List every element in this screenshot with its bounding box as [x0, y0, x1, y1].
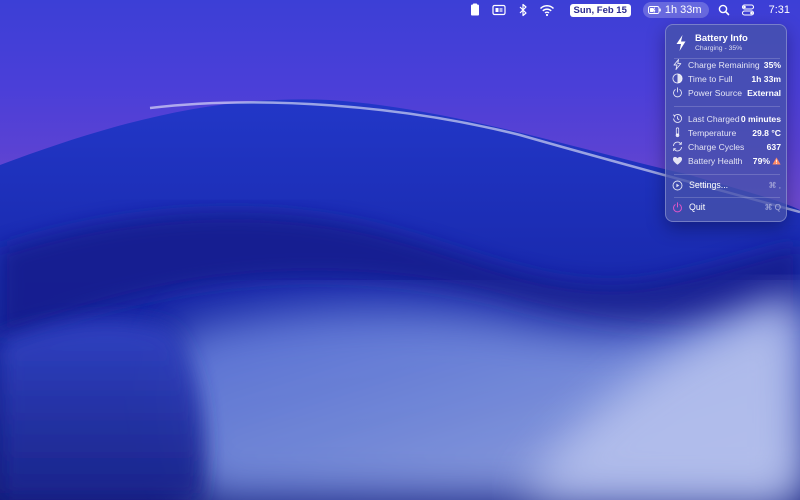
heart-icon: [672, 156, 683, 165]
bluetooth-icon[interactable]: [514, 0, 532, 20]
value: 1h 33m: [751, 73, 781, 84]
row-temperature: Temperature 29.8 °C: [672, 126, 781, 139]
wifi-icon[interactable]: [538, 0, 556, 20]
row-power-source: Power Source External: [672, 86, 781, 99]
control-center-icon[interactable]: [739, 0, 757, 20]
label: Battery Health: [688, 155, 743, 166]
label: Temperature: [688, 127, 737, 138]
panel-header: Battery Info Charging - 35%: [674, 31, 780, 55]
date-label: Sun, Feb 15: [569, 3, 631, 17]
battery-info-panel: Battery Info Charging - 35% Charge Remai…: [665, 24, 787, 222]
search-icon[interactable]: [715, 0, 733, 20]
label: Last Charged: [688, 113, 740, 124]
settings-shortcut: ⌘ ,: [768, 180, 781, 190]
battery-time-label: 1h 33m: [664, 4, 702, 16]
value: 35%: [763, 59, 781, 70]
battery-pill[interactable]: 1h 33m: [642, 2, 709, 18]
panel-subtitle: Charging - 35%: [695, 45, 743, 52]
bolt-icon: [676, 35, 686, 51]
quit-label: Quit: [689, 202, 706, 212]
label: Time to Full: [688, 73, 733, 84]
clock-half-icon: [672, 73, 683, 84]
settings-label: Settings...: [689, 180, 729, 190]
power-icon: [673, 87, 682, 98]
menu-clock[interactable]: 7:31: [769, 0, 790, 20]
row-last-charged: Last Charged 0 minutes: [672, 112, 781, 125]
quit-shortcut: ⌘ Q: [764, 202, 781, 212]
value: 79%: [752, 155, 770, 166]
menu-bar: Sun, Feb 15 1h 33m 7:31: [0, 0, 800, 20]
settings-menu-item[interactable]: Settings... ⌘ ,: [672, 178, 781, 192]
cycle-icon: [673, 141, 682, 152]
quit-menu-item[interactable]: Quit ⌘ Q: [672, 200, 781, 214]
row-charge-remaining: Charge Remaining 35%: [672, 58, 781, 71]
warning-icon: [772, 157, 781, 164]
divider: [674, 197, 780, 198]
divider: [674, 174, 780, 175]
value: External: [747, 87, 781, 98]
label: Charge Remaining: [688, 59, 760, 70]
row-battery-health: Battery Health 79%: [672, 154, 781, 167]
clipboard-icon[interactable]: [466, 0, 484, 20]
row-time-to-full: Time to Full 1h 33m: [672, 72, 781, 85]
play-circle-icon: [672, 180, 683, 190]
history-icon: [672, 114, 683, 123]
thermometer-icon: [675, 127, 680, 138]
label: Charge Cycles: [688, 141, 745, 152]
display-icon[interactable]: [490, 0, 508, 20]
value: 637: [766, 141, 781, 152]
bolt-icon: [673, 59, 682, 70]
power-icon: [673, 201, 682, 212]
row-charge-cycles: Charge Cycles 637: [672, 140, 781, 153]
label: Power Source: [688, 87, 742, 98]
divider: [674, 106, 780, 107]
clock-label: 7:31: [768, 4, 790, 16]
date-indicator[interactable]: Sun, Feb 15: [562, 0, 631, 20]
panel-title: Battery Info: [695, 33, 748, 44]
value: 0 minutes: [740, 113, 781, 124]
value: 29.8 °C: [752, 127, 781, 138]
battery-icon: [647, 6, 661, 14]
battery-status-item[interactable]: 1h 33m: [637, 0, 709, 20]
